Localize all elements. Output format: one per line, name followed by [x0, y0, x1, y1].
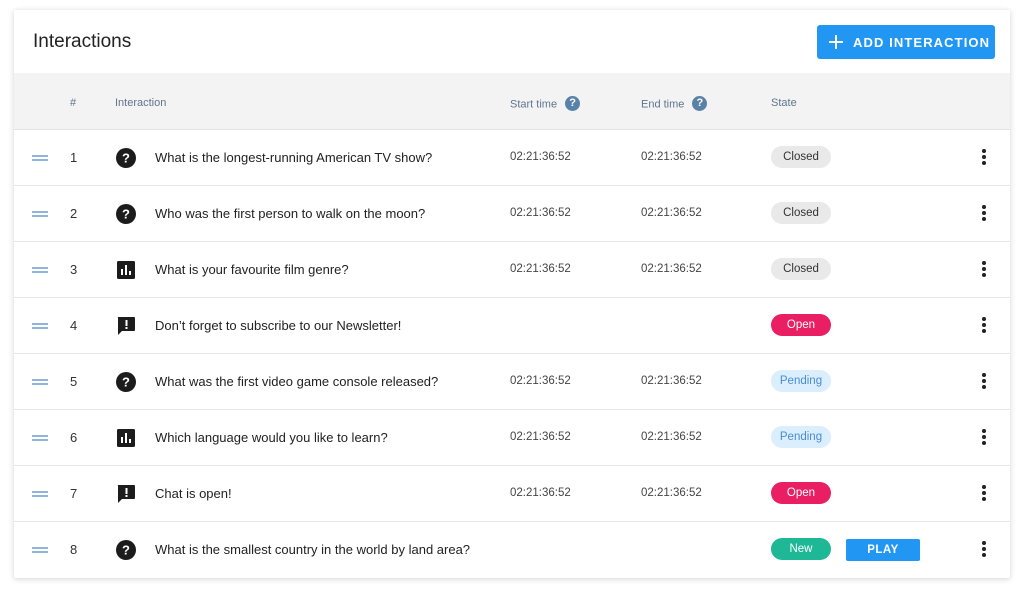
column-header-num: #: [70, 97, 77, 109]
start-time: 02:21:36:52: [510, 375, 571, 387]
end-time: 02:21:36:52: [641, 375, 702, 387]
end-time: 02:21:36:52: [641, 151, 702, 163]
table-row: 6 Which language would you like to learn…: [14, 410, 1010, 466]
more-options-icon[interactable]: [979, 317, 989, 335]
table-body: 1 ? What is the longest-running American…: [14, 130, 1010, 578]
interaction-text: Chat is open!: [155, 486, 232, 501]
row-number: 8: [70, 542, 78, 557]
more-options-icon[interactable]: [979, 261, 989, 279]
end-time: 02:21:36:52: [641, 207, 702, 219]
question-icon: ?: [116, 540, 136, 560]
drag-handle-icon[interactable]: [32, 267, 48, 273]
row-number: 6: [70, 430, 78, 445]
table-row: 3 What is your favourite film genre? 02:…: [14, 242, 1010, 298]
column-header-end-time: End time?: [641, 96, 708, 112]
state-badge: New: [771, 538, 831, 560]
table-row: 4 Don’t forget to subscribe to our Newsl…: [14, 298, 1010, 354]
drag-handle-icon[interactable]: [32, 379, 48, 385]
question-icon: ?: [116, 204, 136, 224]
start-time: 02:21:36:52: [510, 263, 571, 275]
more-options-icon[interactable]: [979, 541, 989, 559]
table-row: 5 ? What was the first video game consol…: [14, 354, 1010, 410]
state-badge: Pending: [771, 370, 831, 392]
state-badge: Closed: [771, 202, 831, 224]
end-time: 02:21:36:52: [641, 487, 702, 499]
interaction-text: What is the longest-running American TV …: [155, 150, 433, 165]
interaction-text: What is your favourite film genre?: [155, 262, 349, 277]
table-row: 1 ? What is the longest-running American…: [14, 130, 1010, 186]
row-number: 7: [70, 486, 78, 501]
table-row: 7 Chat is open! 02:21:36:52 02:21:36:52 …: [14, 466, 1010, 522]
svg-text:?: ?: [122, 375, 130, 390]
svg-text:?: ?: [122, 543, 130, 558]
more-options-icon[interactable]: [979, 373, 989, 391]
interaction-text: Don’t forget to subscribe to our Newslet…: [155, 318, 402, 333]
drag-handle-icon[interactable]: [32, 211, 48, 217]
play-button[interactable]: PLAY: [846, 539, 920, 561]
drag-handle-icon[interactable]: [32, 435, 48, 441]
poll-icon: [116, 260, 136, 280]
end-time: 02:21:36:52: [641, 263, 702, 275]
poll-icon: [116, 428, 136, 448]
announcement-icon: [116, 316, 136, 336]
column-header-interaction: Interaction: [115, 97, 167, 109]
state-badge: Closed: [771, 258, 831, 280]
state-badge: Open: [771, 314, 831, 336]
interaction-text: What was the first video game console re…: [155, 374, 439, 389]
table-row: 2 ? Who was the first person to walk on …: [14, 186, 1010, 242]
page-title: Interactions: [33, 31, 132, 52]
row-number: 1: [70, 150, 78, 165]
column-header-start-time-label: Start time: [510, 98, 558, 111]
state-badge: Open: [771, 482, 831, 504]
start-time: 02:21:36:52: [510, 207, 571, 219]
more-options-icon[interactable]: [979, 149, 989, 167]
row-number: 4: [70, 318, 78, 333]
column-header-state: State: [771, 97, 797, 109]
drag-handle-icon[interactable]: [32, 491, 48, 497]
more-options-icon[interactable]: [979, 429, 989, 447]
start-time: 02:21:36:52: [510, 431, 571, 443]
row-number: 5: [70, 374, 78, 389]
start-time: 02:21:36:52: [510, 487, 571, 499]
interaction-text: Who was the first person to walk on the …: [155, 206, 426, 221]
interaction-text: Which language would you like to learn?: [155, 430, 388, 445]
interactions-card: Interactions ADD INTERACTION # Interacti…: [14, 10, 1010, 578]
drag-handle-icon[interactable]: [32, 323, 48, 329]
card-header: Interactions ADD INTERACTION: [14, 10, 1010, 73]
plus-icon: [829, 35, 843, 49]
end-time: 02:21:36:52: [641, 431, 702, 443]
question-icon: ?: [116, 372, 136, 392]
drag-handle-icon[interactable]: [32, 547, 48, 553]
interaction-text: What is the smallest country in the worl…: [155, 542, 471, 557]
announcement-icon: [116, 484, 136, 504]
svg-text:?: ?: [122, 151, 130, 166]
table-header: # Interaction Start time? End time? Stat…: [14, 73, 1010, 130]
help-icon[interactable]: ?: [692, 96, 708, 111]
row-number: 3: [70, 262, 78, 277]
more-options-icon[interactable]: [979, 485, 989, 503]
svg-text:?: ?: [122, 207, 130, 222]
table-row: 8 ? What is the smallest country in the …: [14, 522, 1010, 578]
add-interaction-label: ADD INTERACTION: [853, 34, 991, 50]
state-badge: Pending: [771, 426, 831, 448]
question-icon: ?: [116, 148, 136, 168]
state-badge: Closed: [771, 146, 831, 168]
help-icon[interactable]: ?: [565, 96, 581, 111]
drag-handle-icon[interactable]: [32, 155, 48, 161]
row-number: 2: [70, 206, 78, 221]
add-interaction-button[interactable]: ADD INTERACTION: [817, 25, 995, 59]
column-header-end-time-label: End time: [641, 98, 685, 111]
column-header-start-time: Start time?: [510, 96, 581, 112]
start-time: 02:21:36:52: [510, 151, 571, 163]
more-options-icon[interactable]: [979, 205, 989, 223]
